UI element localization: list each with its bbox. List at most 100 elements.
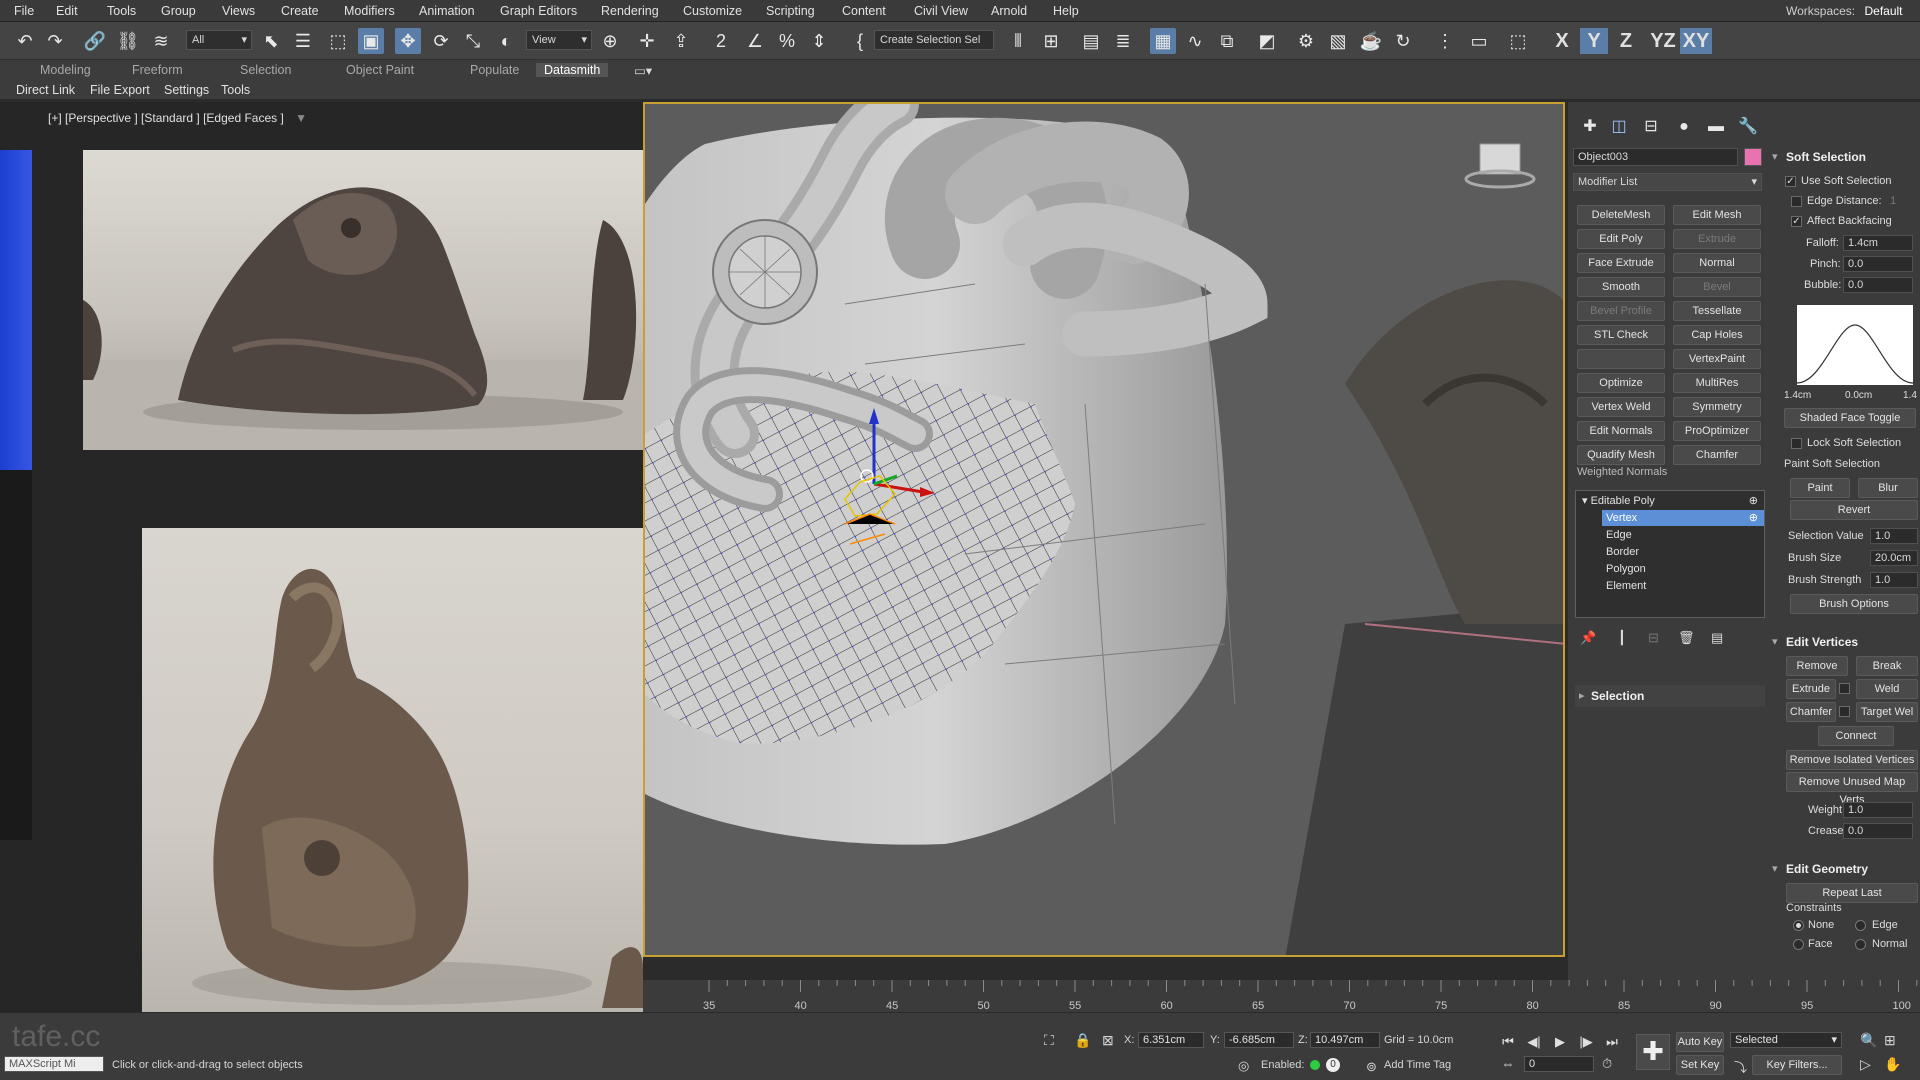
edit-named-selection-icon[interactable]: {	[847, 28, 873, 54]
ruler-icon[interactable]: ▭	[1466, 28, 1492, 54]
keyboard-shortcut-icon[interactable]: ⇪	[668, 28, 694, 54]
tab-freeform[interactable]: Freeform	[132, 63, 183, 77]
stack-item-element[interactable]: Element	[1576, 578, 1764, 594]
menu-edit[interactable]: Edit	[56, 4, 78, 18]
remove-unused-map-verts-button[interactable]: Remove Unused Map Verts	[1786, 772, 1918, 806]
lock-soft-selection-checkbox[interactable]	[1791, 438, 1802, 449]
key-filter-icon[interactable]: ⤵	[1734, 1057, 1747, 1076]
x-coord-field[interactable]: 6.351cm	[1138, 1032, 1204, 1048]
select-by-name-icon[interactable]: ☰	[290, 28, 316, 54]
pivot-center-icon[interactable]: ⊕	[597, 28, 623, 54]
affect-backfacing-checkbox[interactable]: ✓	[1791, 216, 1802, 227]
layer-explorer-icon[interactable]: ≣	[1110, 28, 1136, 54]
selection-value-spinner[interactable]: 1.0	[1870, 528, 1918, 544]
current-frame-field[interactable]: 0	[1524, 1056, 1594, 1072]
motion-tab-icon[interactable]: ●	[1671, 114, 1697, 140]
select-scale-icon[interactable]: ⤡	[460, 28, 486, 54]
falloff-spinner[interactable]: 1.4cm	[1843, 235, 1913, 251]
connect-button[interactable]: Connect	[1818, 726, 1894, 746]
menu-help[interactable]: Help	[1053, 4, 1079, 18]
axis-y-button[interactable]: Y	[1580, 28, 1608, 54]
constraint-edge-radio[interactable]	[1855, 920, 1866, 931]
field-of-view-icon[interactable]: ▷	[1860, 1056, 1871, 1073]
extrude-button[interactable]: Extrude	[1786, 679, 1836, 699]
menu-group[interactable]: Group	[161, 4, 196, 18]
rendered-frame-window-icon[interactable]: ▧	[1325, 28, 1351, 54]
render-iterative-icon[interactable]: ↻	[1390, 28, 1416, 54]
modifier-extrude-button[interactable]: Extrude	[1673, 229, 1761, 249]
weld-button[interactable]: Weld	[1856, 679, 1918, 699]
isolate-selection-icon[interactable]: ⛶	[1044, 1032, 1054, 1049]
ribbon-file-export[interactable]: File Export	[90, 83, 150, 97]
render-setup-icon[interactable]: ⚙	[1293, 28, 1319, 54]
use-soft-selection-checkbox[interactable]: ✓	[1785, 176, 1796, 187]
chamfer-settings-icon[interactable]	[1839, 706, 1850, 717]
stack-item-edge[interactable]: Edge	[1576, 527, 1764, 543]
menu-modifiers[interactable]: Modifiers	[344, 4, 395, 18]
menu-scripting[interactable]: Scripting	[766, 4, 815, 18]
constraint-face-radio[interactable]	[1793, 939, 1804, 950]
modifier-multires-button[interactable]: MultiRes	[1673, 373, 1761, 393]
axis-xy-button[interactable]: XY	[1680, 28, 1712, 54]
menu-views[interactable]: Views	[222, 4, 255, 18]
selection-filter-dropdown[interactable]: All ▾	[186, 30, 252, 50]
menu-arnold[interactable]: Arnold	[991, 4, 1027, 18]
axis-z-button[interactable]: Z	[1612, 28, 1640, 54]
tab-datasmith[interactable]: Datasmith	[536, 63, 609, 77]
absolute-mode-icon[interactable]: ⊠	[1102, 1032, 1114, 1049]
key-set-dropdown[interactable]: Selected ▾	[1730, 1032, 1842, 1048]
select-object-icon[interactable]: ⬉	[258, 28, 284, 54]
modifier-list-dropdown[interactable]: Modifier List ▾	[1573, 173, 1762, 191]
create-tab-icon[interactable]: ✚	[1577, 114, 1603, 140]
modifier-prooptimizer-button[interactable]: ProOptimizer	[1673, 421, 1761, 441]
undo-icon[interactable]: ↶	[12, 28, 38, 54]
display-tab-icon[interactable]: ▬	[1703, 114, 1729, 140]
extrude-settings-icon[interactable]	[1839, 683, 1850, 694]
modifier-quadify-mesh-button[interactable]: Quadify Mesh	[1577, 445, 1665, 465]
modifier-edit-normals-button[interactable]: Edit Normals	[1577, 421, 1665, 441]
menu-create[interactable]: Create	[281, 4, 319, 18]
bind-space-warp-icon[interactable]: ≋	[148, 28, 174, 54]
brush-options-button[interactable]: Brush Options	[1790, 594, 1918, 614]
tab-selection[interactable]: Selection	[240, 63, 291, 77]
modifier-symmetry-button[interactable]: Symmetry	[1673, 397, 1761, 417]
schematic-view-icon[interactable]: ⧉	[1214, 28, 1240, 54]
add-time-tag-label[interactable]: Add Time Tag	[1384, 1059, 1451, 1071]
align-icon[interactable]: ⊞	[1038, 28, 1064, 54]
menu-animation[interactable]: Animation	[419, 4, 475, 18]
timeline-track[interactable]: 35 40 45 50 55 60 65 70 75 80 85 90 95 100	[643, 980, 1920, 1012]
stack-item-editable-poly[interactable]: ▾ Editable Poly ⊕	[1576, 493, 1764, 509]
modify-tab-icon[interactable]: ◫	[1606, 114, 1632, 140]
next-frame-icon[interactable]: |▶	[1576, 1034, 1596, 1052]
z-coord-field[interactable]: 10.497cm	[1310, 1032, 1380, 1048]
stack-item-vertex[interactable]: Vertex ⊕	[1602, 510, 1764, 526]
tab-modeling[interactable]: Modeling	[40, 63, 91, 77]
set-key-button[interactable]: Set Key	[1676, 1055, 1724, 1075]
snaps-toggle-icon[interactable]: 2	[708, 28, 734, 54]
constraint-none-radio[interactable]	[1793, 920, 1804, 931]
blur-button[interactable]: Blur	[1858, 478, 1918, 498]
ribbon-options-icon[interactable]: ▭▾	[634, 63, 652, 78]
zoom-icon[interactable]: 🔍	[1860, 1032, 1877, 1049]
stack-item-polygon[interactable]: Polygon	[1576, 561, 1764, 577]
modifier-optimize-button[interactable]: Optimize	[1577, 373, 1665, 393]
brush-size-spinner[interactable]: 20.0cm	[1870, 550, 1918, 566]
menu-graph-editors[interactable]: Graph Editors	[500, 4, 577, 18]
auto-key-button[interactable]: Auto Key	[1676, 1032, 1724, 1052]
render-production-icon[interactable]: ☕	[1358, 28, 1384, 54]
modifier-deletemesh-button[interactable]: DeleteMesh	[1577, 205, 1665, 225]
link-icon[interactable]: 🔗	[82, 28, 108, 54]
menu-content[interactable]: Content	[842, 4, 886, 18]
target-weld-button[interactable]: Target Wel	[1856, 702, 1918, 722]
make-unique-icon[interactable]: ⊟	[1648, 630, 1659, 646]
utilities-tab-icon[interactable]: 🔧	[1735, 114, 1761, 140]
modifier-stl-check-button[interactable]: STL Check	[1577, 325, 1665, 345]
named-selection-dropdown[interactable]: Create Selection Sel	[874, 30, 994, 50]
menu-rendering[interactable]: Rendering	[601, 4, 659, 18]
key-mode-icon[interactable]: ⇔	[1498, 1056, 1518, 1074]
select-manipulate-icon[interactable]: ✛	[634, 28, 660, 54]
show-end-result-icon[interactable]: ┃	[1618, 630, 1626, 646]
unlink-icon[interactable]: ⛓	[115, 28, 141, 54]
axis-x-button[interactable]: X	[1548, 28, 1576, 54]
crease-spinner[interactable]: 0.0	[1843, 823, 1913, 839]
